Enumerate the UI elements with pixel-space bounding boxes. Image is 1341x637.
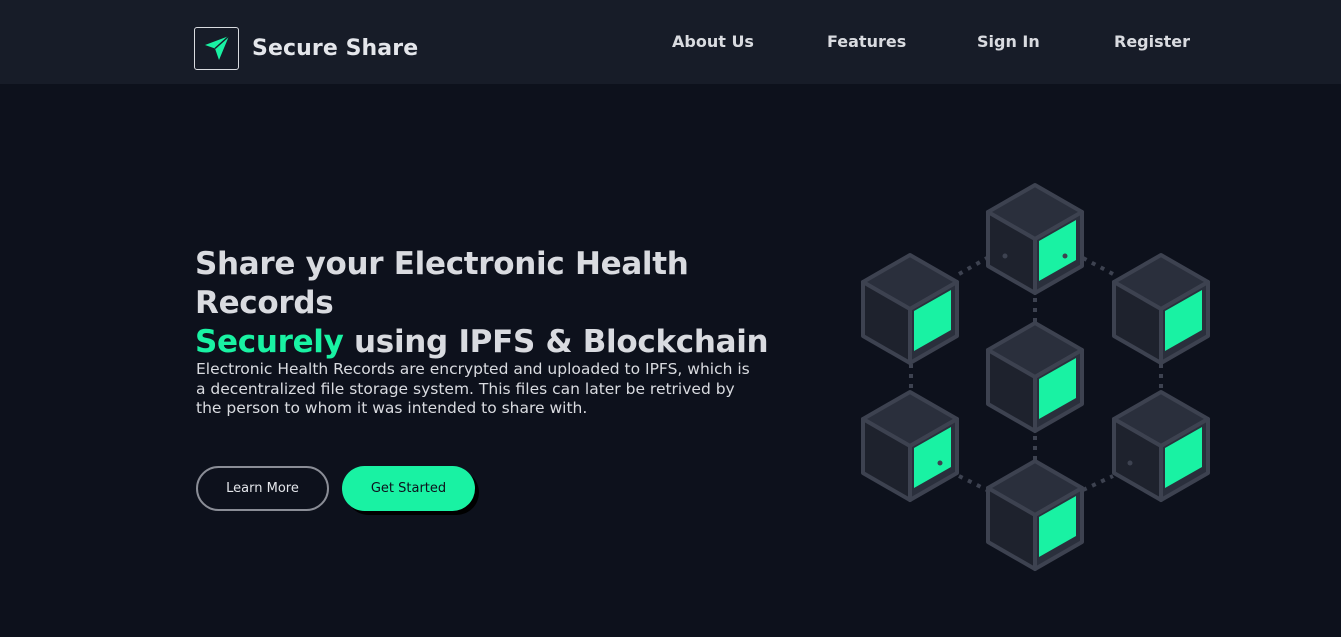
get-started-button[interactable]: Get Started [342,466,475,511]
hero-title-line1: Share your Electronic Health Records [195,246,689,321]
nav-about-us[interactable]: About Us [672,32,754,51]
hero-title-rest: using IPFS & Blockchain [343,324,769,360]
blockchain-cubes-icon [861,183,1210,571]
send-arrow-icon [204,35,229,60]
hero-title-accent: Securely [195,324,344,360]
hero-description: Electronic Health Records are encrypted … [196,360,750,417]
hero-title: Share your Electronic Health Records Sec… [195,245,835,362]
nav-register[interactable]: Register [1114,32,1190,51]
learn-more-button[interactable]: Learn More [196,466,329,511]
brand[interactable]: Secure Share [194,26,418,70]
nav-features[interactable]: Features [827,32,906,51]
nav-sign-in[interactable]: Sign In [977,32,1040,51]
navbar: Secure Share About Us Features Sign In R… [0,0,1341,84]
brand-name[interactable]: Secure Share [252,36,418,61]
logo[interactable] [194,26,239,70]
